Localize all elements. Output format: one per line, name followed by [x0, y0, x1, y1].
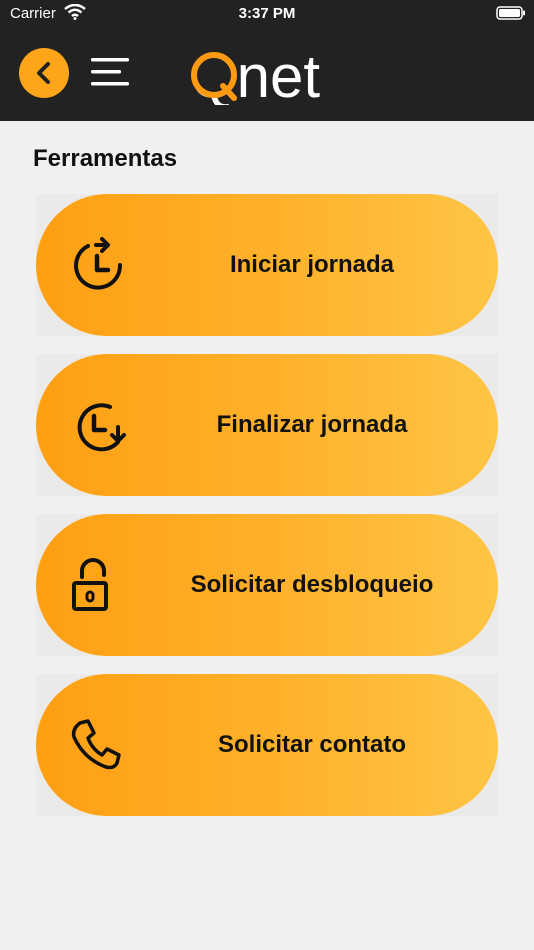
- back-button[interactable]: [19, 48, 69, 98]
- status-bar: Carrier 3:37 PM: [0, 0, 534, 28]
- solicitar-contato-label: Solicitar contato: [217, 731, 407, 758]
- unlock-icon: [68, 557, 126, 615]
- solicitar-desbloqueio-button[interactable]: Solicitar desbloqueio: [36, 514, 498, 656]
- clock-end-icon: [68, 397, 126, 455]
- solicitar-contato-button[interactable]: Solicitar contato: [36, 674, 498, 816]
- qnet-logo: Qnet: [190, 43, 340, 110]
- hamburger-menu-icon: [91, 58, 129, 86]
- tool-card-solicitar-desbloqueio[interactable]: Solicitar desbloqueio: [36, 514, 498, 656]
- app-header: Carrier 3:37 PM Qnet: [0, 0, 534, 121]
- iniciar-jornada-button[interactable]: Iniciar jornada: [36, 194, 498, 336]
- section-title: Ferramentas: [33, 145, 178, 172]
- tool-card-finalizar-jornada[interactable]: Finalizar jornada: [36, 354, 498, 496]
- chevron-left-icon: [37, 62, 50, 84]
- solicitar-desbloqueio-label: Solicitar desbloqueio: [190, 571, 434, 598]
- battery-icon: [496, 6, 526, 24]
- status-time: 3:37 PM: [238, 5, 296, 22]
- finalizar-jornada-label: Finalizar jornada: [216, 411, 408, 438]
- clock-start-icon: [68, 237, 126, 295]
- menu-button[interactable]: [89, 55, 131, 89]
- finalizar-jornada-button[interactable]: Finalizar jornada: [36, 354, 498, 496]
- iniciar-jornada-label: Iniciar jornada: [229, 251, 395, 278]
- phone-icon: [68, 717, 126, 775]
- tool-card-iniciar-jornada[interactable]: Iniciar jornada: [36, 194, 498, 336]
- tool-card-solicitar-contato[interactable]: Solicitar contato: [36, 674, 498, 816]
